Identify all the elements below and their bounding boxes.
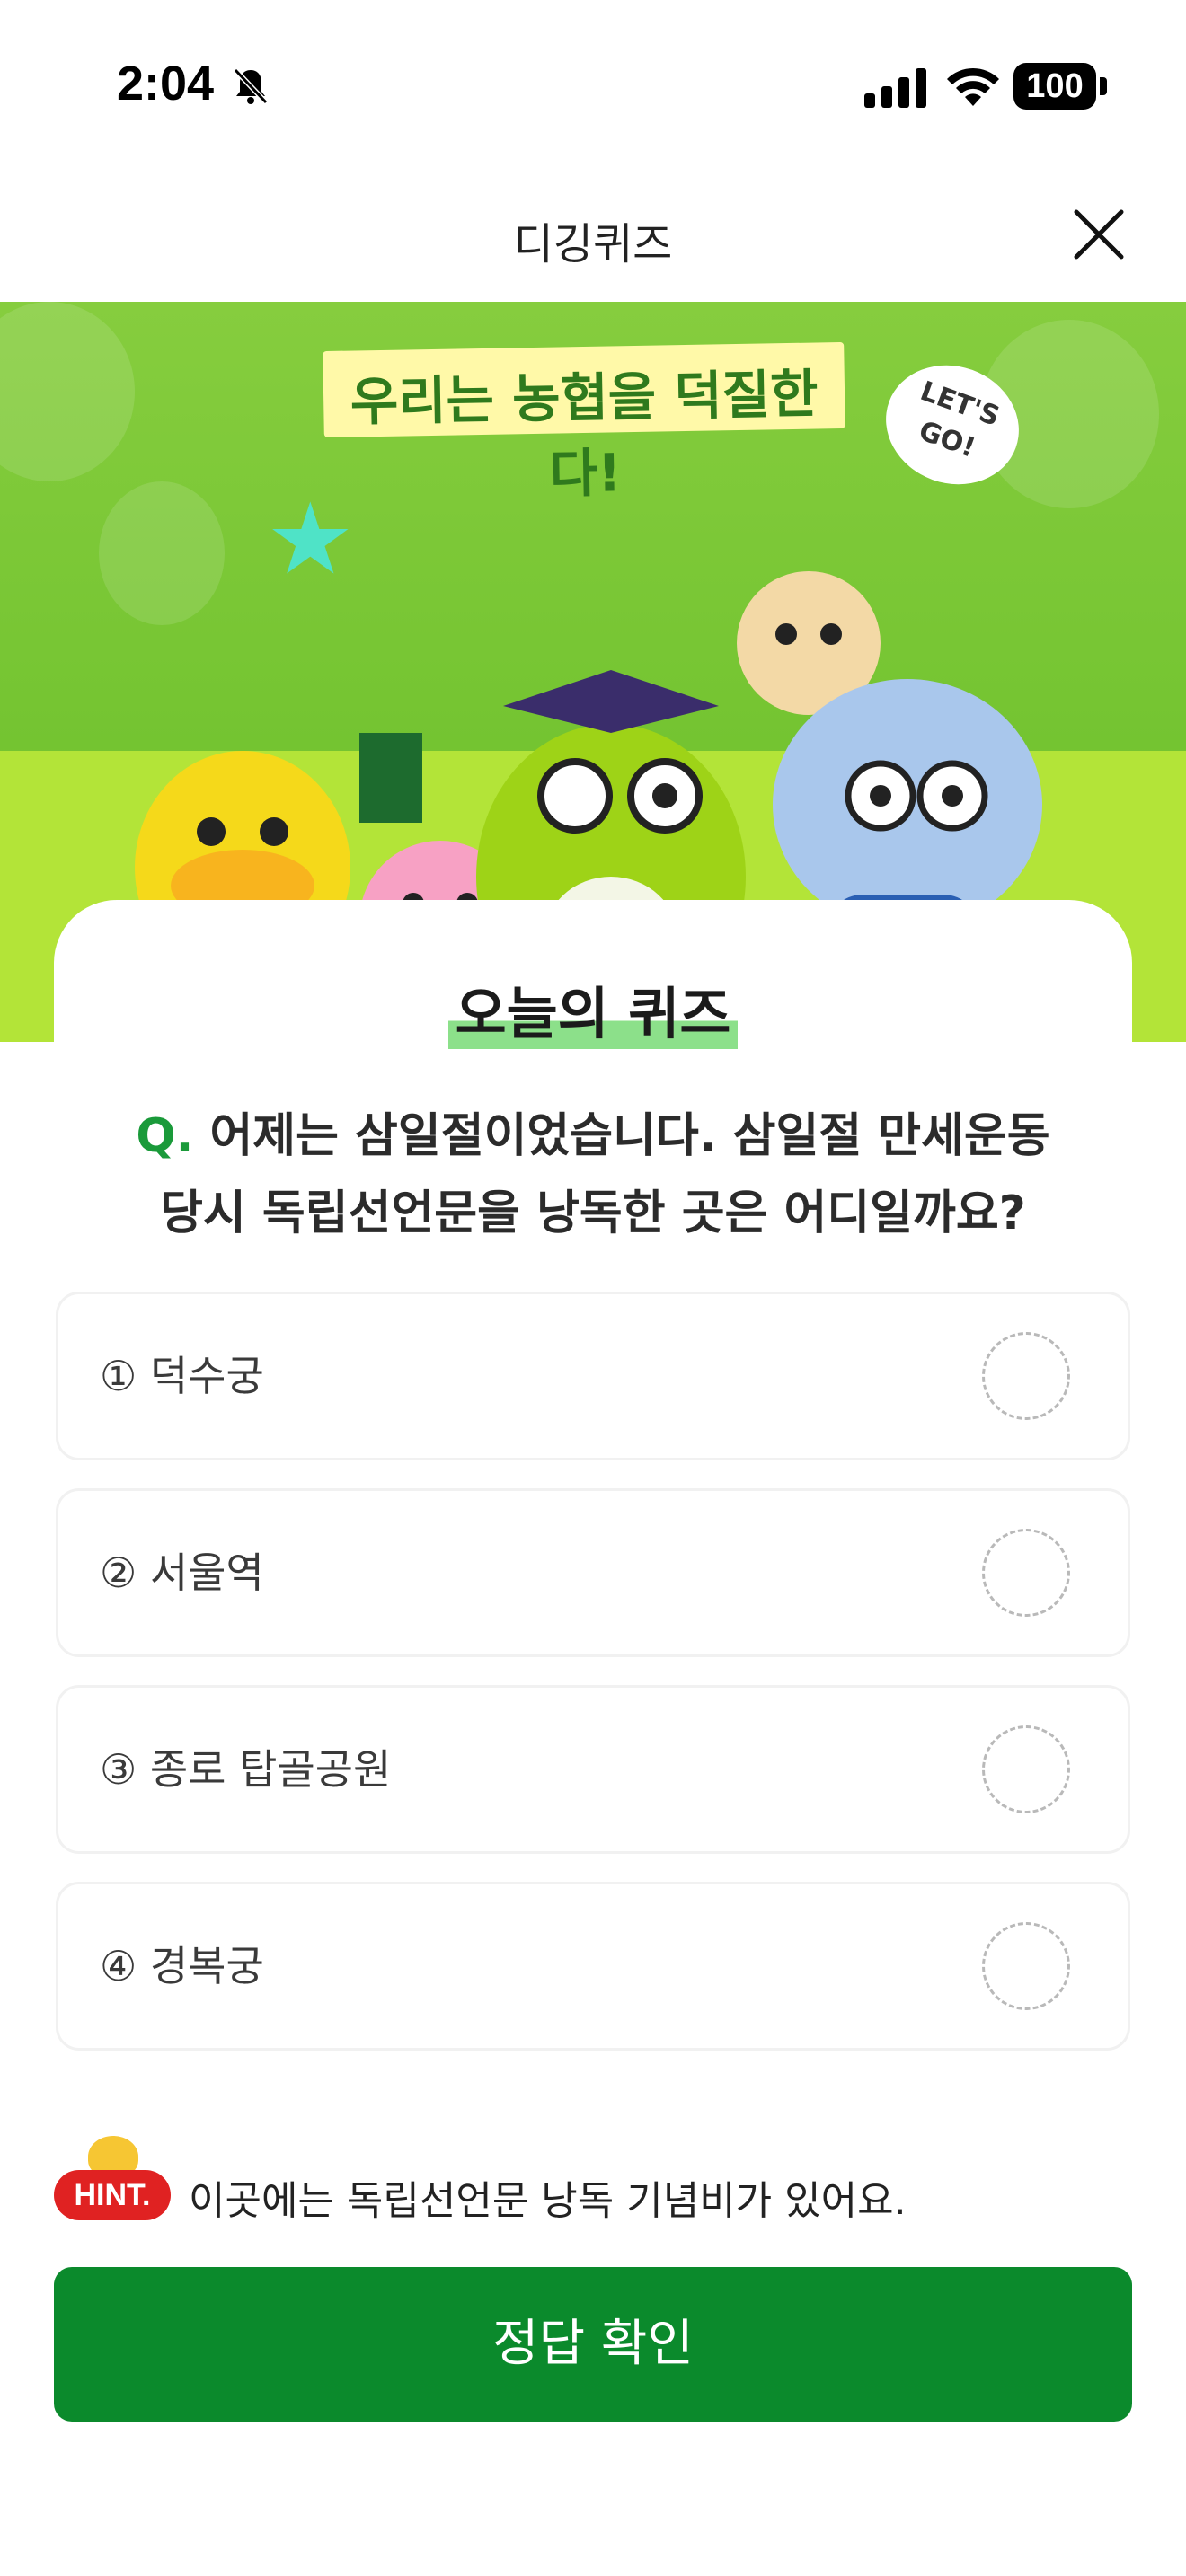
radio-button[interactable]: [982, 1332, 1070, 1420]
nav-bar: 디깅퀴즈: [0, 171, 1186, 302]
close-icon[interactable]: [1069, 205, 1128, 264]
status-time: 2:04: [117, 57, 215, 110]
bell-muted-icon: [233, 67, 269, 105]
page-title: 디깅퀴즈: [513, 219, 673, 269]
battery-icon: 100: [1013, 63, 1096, 110]
answer-option-2[interactable]: ② 서울역: [56, 1488, 1130, 1657]
wifi-icon: [947, 67, 999, 106]
radio-button[interactable]: [982, 1529, 1070, 1617]
banner-headline: 우리는 농협을 덕질한다!: [323, 341, 845, 505]
answer-option-1[interactable]: ① 덕수궁: [56, 1292, 1130, 1460]
hint-badge: HINT.: [54, 2170, 171, 2220]
radio-button[interactable]: [982, 1922, 1070, 2010]
question-line-1: Q. 어제는 삼일절이었습니다. 삼일절 만세운동: [54, 1098, 1132, 1175]
answer-option-4[interactable]: ④ 경복궁: [56, 1882, 1130, 2051]
answer-option-label: ④ 경복궁: [100, 1942, 264, 1990]
hint-text: 이곳에는 독립선언문 낭독 기념비가 있어요.: [189, 2178, 907, 2224]
quiz-card-title-text: 오늘의 퀴즈: [447, 968, 739, 1049]
hint-row: HINT. 이곳에는 독립선언문 낭독 기념비가 있어요.: [52, 2136, 1130, 2226]
answer-option-3[interactable]: ③ 종로 탑골공원: [56, 1685, 1130, 1854]
question-line-1-text: 어제는 삼일절이었습니다. 삼일절 만세운동: [209, 1109, 1050, 1163]
quiz-card-title: 오늘의 퀴즈: [0, 968, 1186, 1049]
question-line-2: 당시 독립선언문을 낭독한 곳은 어디일까요?: [160, 1187, 1026, 1240]
balloon-decoration: [0, 302, 135, 481]
check-answer-button[interactable]: 정답 확인: [54, 2267, 1132, 2422]
answer-option-label: ② 서울역: [100, 1548, 264, 1597]
quiz-question: Q. 어제는 삼일절이었습니다. 삼일절 만세운동 당시 독립선언문을 낭독한 …: [54, 1098, 1132, 1252]
answer-option-label: ① 덕수궁: [100, 1352, 264, 1400]
status-bar: 2:04 100: [0, 0, 1186, 171]
radio-button[interactable]: [982, 1725, 1070, 1813]
battery-nub: [1100, 77, 1107, 95]
answer-option-label: ③ 종로 탑골공원: [100, 1745, 392, 1794]
cellular-signal-icon: [864, 68, 926, 108]
question-prefix: Q.: [136, 1109, 194, 1163]
